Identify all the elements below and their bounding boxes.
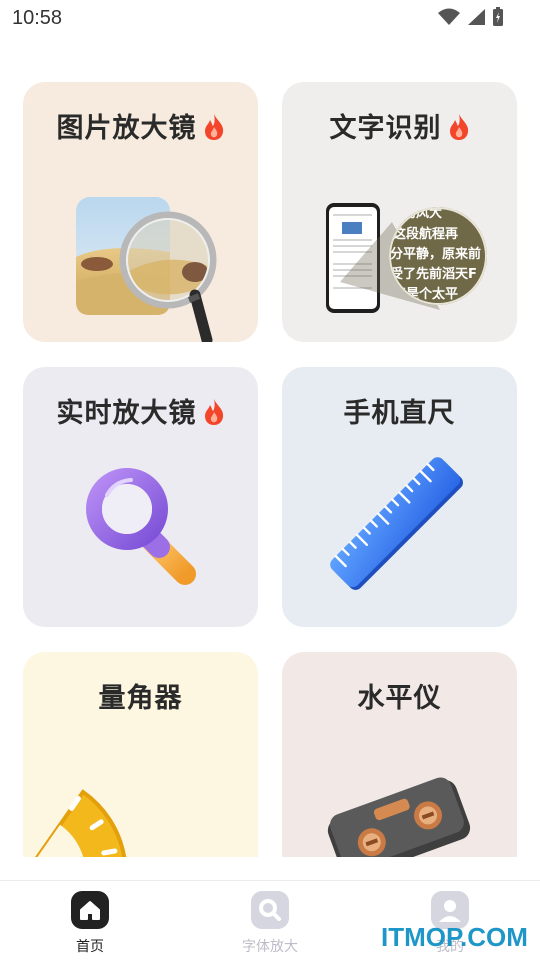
tool-card-text-recognition[interactable]: 文字识别 面的风大 这段航程再 分平静，原来前 受了先前滔天F 真是个太平 — [282, 82, 517, 342]
magnified-text-line: 受了先前滔天F — [390, 266, 477, 282]
tool-card-live-magnifier[interactable]: 实时放大镜 — [23, 367, 258, 627]
protractor-illustration — [23, 789, 128, 857]
tool-card-protractor[interactable]: 量角器 — [23, 652, 258, 857]
home-icon — [71, 891, 109, 929]
text-recognition-illustration: 面的风大 这段航程再 分平静，原来前 受了先前滔天F 真是个太平 — [326, 203, 487, 313]
magnifier-photo-illustration — [76, 197, 217, 342]
nav-label: 首页 — [76, 939, 104, 955]
magnified-text-line: 这段航程再 — [393, 226, 458, 242]
spirit-level-illustration — [327, 777, 471, 857]
nav-label: 字体放大 — [242, 939, 298, 955]
nav-item-home[interactable]: 首页 — [40, 891, 140, 956]
tool-card-image-magnifier[interactable]: 图片放大镜 — [23, 82, 258, 342]
tool-card-spirit-level[interactable]: 水平仪 — [282, 652, 517, 857]
tool-card-phone-ruler[interactable]: 手机直尺 — [282, 367, 517, 627]
nav-item-font-zoom[interactable]: 字体放大 — [220, 891, 320, 956]
ruler-illustration — [330, 457, 463, 590]
purple-magnifier-illustration — [86, 468, 196, 585]
watermark-text: ITMOP.COM — [381, 922, 528, 952]
tool-grid: 图片放大镜 文字识别 这段航程再 分平静，原来前 受了先前滔天F 真是个太平 实… — [0, 0, 540, 857]
search-icon — [251, 891, 289, 929]
magnified-text-line: 分平静，原来前 — [390, 246, 481, 262]
